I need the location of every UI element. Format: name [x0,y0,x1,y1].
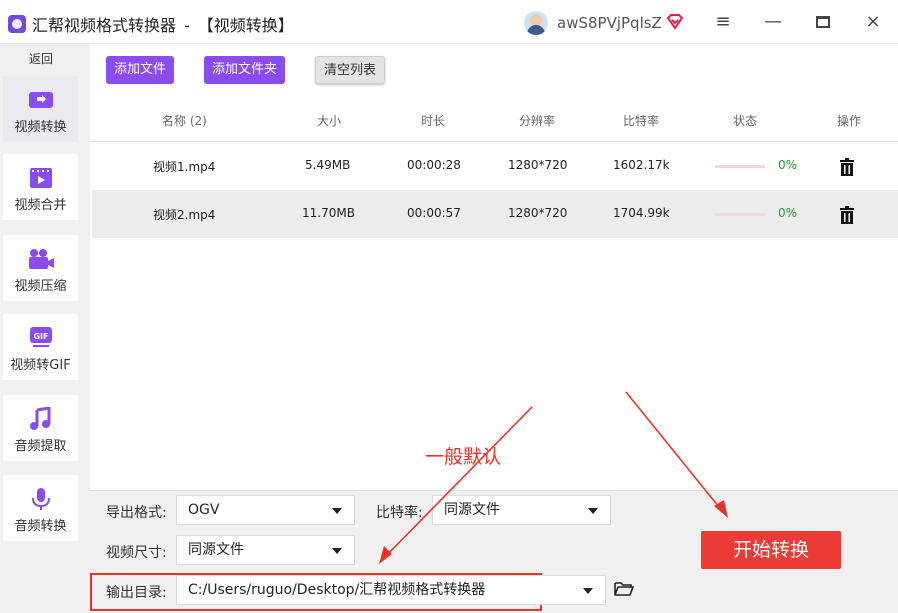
back-button[interactable]: 返回 [0,50,82,67]
header-bitrate[interactable]: 比特率 [623,112,659,129]
clear-list-button[interactable]: 清空列表 [315,56,386,84]
microphone-icon [31,488,50,510]
user-name[interactable]: awS8PVjPqlsZ [557,14,662,32]
section-title: 【视频转换】 [197,16,294,35]
format-label: 导出格式: [106,505,167,521]
header-resolution[interactable]: 分辨率 [519,112,555,129]
sidebar-item-audio-convert[interactable]: 音频转换 [3,475,78,541]
cell-resolution: 1280*720 [508,158,568,172]
minimize-button[interactable]: — [759,8,787,36]
cell-bitrate: 1602.17k [613,158,670,172]
close-button[interactable]: × [859,8,887,36]
bitrate-value: 同源文件 [444,502,500,518]
progress-percent: 0% [778,158,798,172]
cell-name: 视频1.mp4 [153,160,216,174]
chevron-down-icon [588,508,598,514]
trash-icon[interactable] [839,158,855,176]
menu-button[interactable]: ≡ [709,8,737,36]
sidebar-item-label: 视频压缩 [14,279,67,294]
chevron-down-icon [583,588,593,594]
user-avatar[interactable] [524,11,548,35]
header-name[interactable]: 名称 (2) [162,112,207,129]
progress-bar [715,165,765,168]
cell-size: 5.49MB [305,158,351,172]
sidebar-item-label: 视频转换 [14,120,67,135]
maximize-icon [816,16,830,28]
maximize-button[interactable] [809,8,837,36]
sidebar-item-label: 视频转GIF [10,358,71,373]
title-bar: 汇帮视频格式转换器 - 【视频转换】 awS8PVjPqlsZ ≡ — × [0,0,898,44]
table-row[interactable]: 视频1.mp4 5.49MB 00:00:28 1280*720 1602.17… [92,142,898,190]
sidebar-item-audio-extract[interactable]: 音频提取 [3,395,78,461]
cell-name: 视频2.mp4 [153,208,216,222]
svg-text:GIF: GIF [33,332,48,341]
output-dir-select[interactable]: C:/Users/ruguo/Desktop/汇帮视频格式转换器 [176,575,606,605]
app-title: 汇帮视频格式转换器 [32,16,177,35]
sidebar-item-video-compress[interactable]: 视频压缩 [3,235,78,301]
start-convert-button[interactable]: 开始转换 [701,531,841,569]
bitrate-select[interactable]: 同源文件 [432,495,611,525]
chevron-down-icon [332,508,342,514]
output-label: 输出目录: [106,585,167,601]
table-row[interactable]: 视频2.mp4 11.70MB 00:00:57 1280*720 1704.9… [92,190,898,238]
progress-bar [715,213,765,216]
diamond-heart-icon[interactable] [666,14,684,30]
add-folder-button[interactable]: 添加文件夹 [204,56,286,84]
header-status: 状态 [733,114,758,128]
trash-icon[interactable] [839,206,855,224]
cell-duration: 00:00:57 [407,206,461,220]
toolbar: 添加文件 添加文件夹 清空列表 [90,44,898,96]
progress-percent: 0% [778,206,798,220]
music-note-icon [29,407,50,430]
sidebar-item-video-convert[interactable]: 视频转换 [3,76,78,142]
window-title: 汇帮视频格式转换器 - 【视频转换】 [32,12,294,36]
table-header: 名称 (2) 大小 时长 分辨率 比特率 状态 操作 [90,96,898,142]
camera-compress-icon [28,249,54,269]
sidebar-item-label: 音频转换 [14,519,67,534]
format-value: OGV [188,502,220,518]
sidebar: 返回 视频转换 视频合并 视频压缩 GIF 视频转GIF 音频提取 音频转换 [0,44,90,613]
bitrate-label: 比特率: [376,505,423,521]
output-dir-value: C:/Users/ruguo/Desktop/汇帮视频格式转换器 [188,582,486,598]
size-select[interactable]: 同源文件 [176,535,355,565]
cell-size: 11.70MB [302,206,355,220]
title-separator: - [184,16,190,35]
folder-open-icon[interactable] [614,581,634,597]
gif-icon: GIF [29,327,52,347]
header-duration[interactable]: 时长 [421,112,445,129]
format-select[interactable]: OGV [176,495,355,525]
main-panel: 添加文件 添加文件夹 清空列表 名称 (2) 大小 时长 分辨率 比特率 状态 … [90,44,898,613]
video-convert-icon [28,92,53,108]
app-logo-icon [8,15,26,33]
add-file-button[interactable]: 添加文件 [106,56,175,84]
sidebar-item-video-gif[interactable]: GIF 视频转GIF [3,314,78,380]
cell-bitrate: 1704.99k [613,206,670,220]
cell-duration: 00:00:28 [407,158,461,172]
size-value: 同源文件 [188,542,244,558]
header-action: 操作 [837,114,862,128]
cell-resolution: 1280*720 [508,206,568,220]
sidebar-item-label: 音频提取 [14,439,67,454]
annotation-text: 一般默认 [425,446,502,468]
sidebar-item-video-merge[interactable]: 视频合并 [3,154,78,220]
sidebar-item-label: 视频合并 [14,198,67,213]
chevron-down-icon [332,548,342,554]
header-size[interactable]: 大小 [317,112,341,129]
size-label: 视频尺寸: [106,545,167,561]
video-merge-icon [29,168,52,188]
